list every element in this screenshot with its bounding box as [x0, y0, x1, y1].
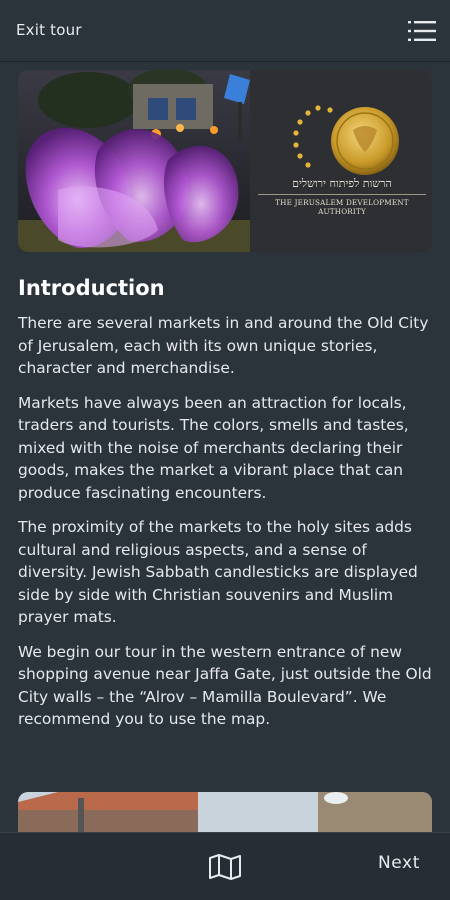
logo-hebrew-text: הרשות לפיתוח ירושלים [292, 177, 392, 190]
next-button[interactable]: Next [378, 853, 420, 873]
paragraph: The proximity of the markets to the holy… [18, 518, 418, 626]
intro-content: Introduction There are several markets i… [18, 276, 434, 743]
top-bar: Exit tour [0, 0, 450, 62]
paragraph: Markets have always been an attraction f… [18, 393, 409, 502]
map-icon[interactable] [208, 853, 242, 881]
list-menu-icon[interactable] [408, 19, 436, 43]
hero-image: הרשות לפיתוח ירושלים THE JERUSALEM DEVEL… [18, 70, 432, 252]
paragraph: There are several markets in and around … [18, 314, 429, 377]
bottom-bar: Next [0, 832, 450, 900]
paragraph: We begin our tour in the western entranc… [18, 642, 432, 729]
exit-tour-button[interactable]: Exit tour [16, 21, 82, 39]
page-title: Introduction [18, 276, 165, 300]
logo-divider [258, 194, 426, 195]
logo-english-text: THE JERUSALEM DEVELOPMENT AUTHORITY [275, 198, 409, 216]
